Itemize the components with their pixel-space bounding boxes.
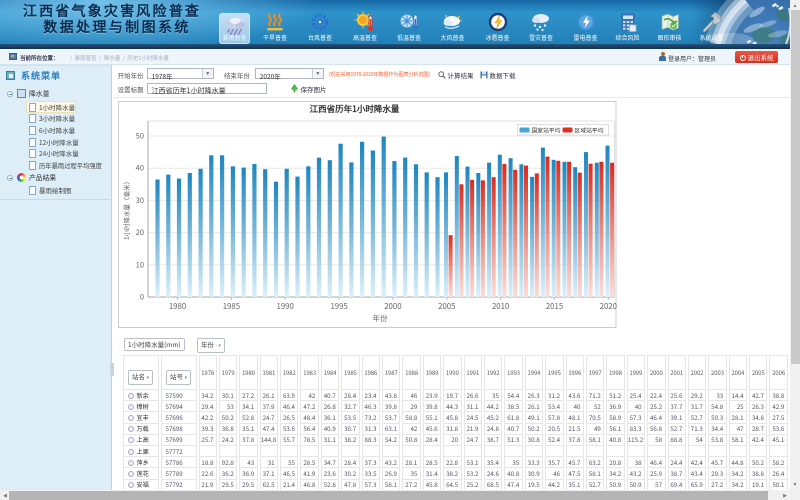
svg-text:1985: 1985 (222, 301, 239, 312)
svg-text:年份: 年份 (372, 313, 387, 324)
svg-text:20: 20 (135, 227, 143, 238)
svg-text:国家站平均: 国家站平均 (531, 126, 560, 135)
svg-text:江西省历年1小时降水量: 江西省历年1小时降水量 (309, 103, 399, 115)
svg-text:1990: 1990 (276, 301, 293, 312)
svg-text:区域站平均: 区域站平均 (574, 126, 603, 135)
svg-text:10: 10 (135, 259, 143, 270)
svg-text:2020: 2020 (599, 301, 616, 312)
svg-text:2000: 2000 (384, 301, 401, 312)
svg-text:2010: 2010 (491, 301, 508, 312)
svg-text:30: 30 (135, 195, 143, 206)
svg-text:1小时降水量（毫米）: 1小时降水量（毫米） (121, 178, 131, 240)
svg-text:2005: 2005 (438, 301, 455, 312)
svg-text:2015: 2015 (545, 301, 562, 312)
svg-text:1980: 1980 (168, 301, 185, 312)
svg-text:50: 50 (135, 131, 143, 142)
svg-text:1995: 1995 (330, 301, 347, 312)
svg-text:0: 0 (139, 292, 143, 303)
svg-text:40: 40 (135, 163, 143, 174)
